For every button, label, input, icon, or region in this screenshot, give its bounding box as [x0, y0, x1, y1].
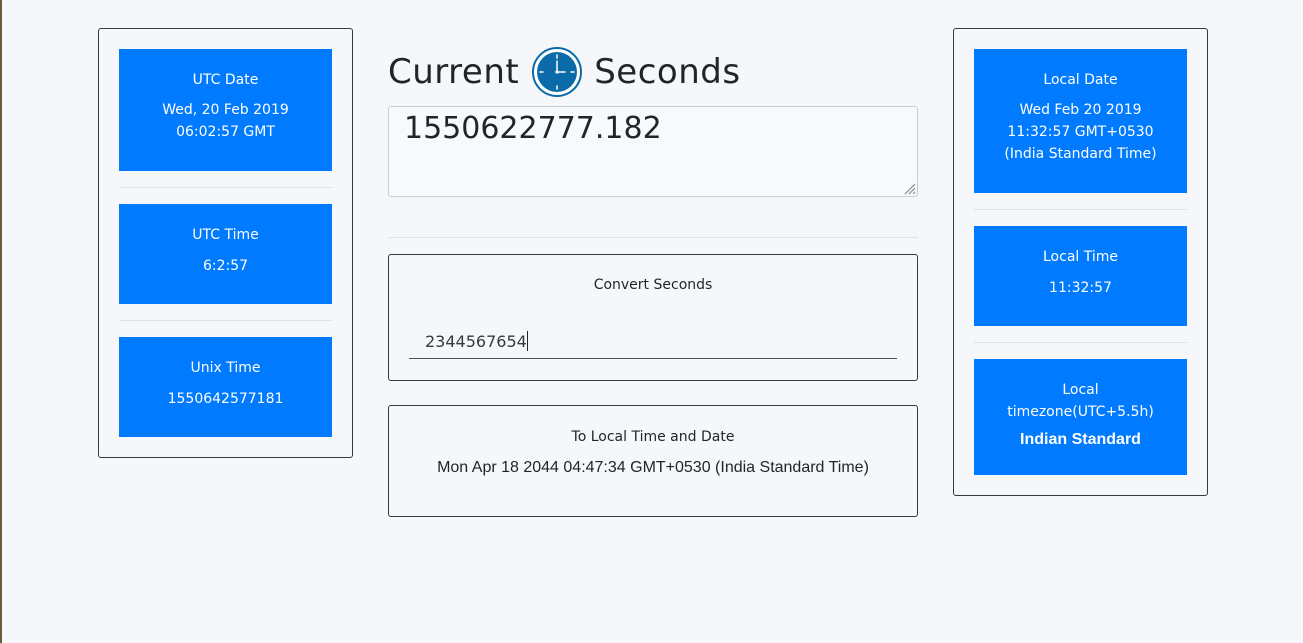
window-edge	[0, 0, 2, 643]
local-timezone-card: Local timezone(UTC+5.5h) Indian Standard	[974, 359, 1187, 475]
resize-grip-icon[interactable]	[902, 181, 916, 195]
local-info-panel: Local Date Wed Feb 20 2019 11:32:57 GMT+…	[953, 28, 1208, 496]
result-label: To Local Time and Date	[571, 429, 735, 445]
divider	[388, 237, 918, 238]
divider	[119, 320, 332, 321]
local-date-line2: 11:32:57 GMT+0530	[1007, 124, 1154, 140]
local-date-label: Local Date	[1043, 72, 1118, 88]
local-date-line1: Wed Feb 20 2019	[1019, 102, 1142, 118]
convert-seconds-panel: Convert Seconds	[388, 254, 918, 381]
title-current: Current	[388, 52, 520, 92]
local-date-line3: (India Standard Time)	[1004, 146, 1157, 162]
divider	[974, 342, 1187, 343]
unix-time-label: Unix Time	[190, 360, 261, 376]
local-time-label: Local Time	[1043, 249, 1118, 265]
utc-time-card: UTC Time 6:2:57	[119, 204, 332, 304]
utc-date-card: UTC Date Wed, 20 Feb 2019 06:02:57 GMT	[119, 49, 332, 171]
title-seconds: Seconds	[594, 52, 741, 92]
utc-date-line1: Wed, 20 Feb 2019	[162, 102, 289, 118]
local-result-panel: To Local Time and Date Mon Apr 18 2044 0…	[388, 405, 918, 517]
utc-date-label: UTC Date	[192, 72, 259, 88]
convert-seconds-label: Convert Seconds	[593, 277, 713, 293]
utc-info-panel: UTC Date Wed, 20 Feb 2019 06:02:57 GMT U…	[98, 28, 353, 458]
local-timezone-label: Local timezone(UTC+5.5h)	[1007, 382, 1154, 420]
utc-date-line2: 06:02:57 GMT	[176, 124, 275, 140]
local-time-value: 11:32:57	[1049, 280, 1112, 296]
clock-icon	[532, 47, 583, 97]
unix-time-card: Unix Time 1550642577181	[119, 337, 332, 437]
text-cursor	[527, 331, 528, 351]
unix-time-value: 1550642577181	[167, 391, 284, 407]
local-timezone-value: Indian Standard	[1020, 431, 1141, 448]
result-value: Mon Apr 18 2044 04:47:34 GMT+0530 (India…	[437, 459, 869, 476]
divider	[974, 209, 1187, 210]
utc-time-label: UTC Time	[192, 227, 259, 243]
current-seconds-value: 1550622777.182	[404, 111, 662, 146]
utc-time-value: 6:2:57	[202, 258, 249, 274]
current-seconds-display[interactable]: 1550622777.182	[388, 106, 918, 197]
divider	[119, 187, 332, 188]
local-time-card: Local Time 11:32:57	[974, 226, 1187, 326]
local-date-card: Local Date Wed Feb 20 2019 11:32:57 GMT+…	[974, 49, 1187, 193]
page-title: Current Seconds	[388, 46, 741, 98]
convert-seconds-input[interactable]	[409, 325, 897, 359]
